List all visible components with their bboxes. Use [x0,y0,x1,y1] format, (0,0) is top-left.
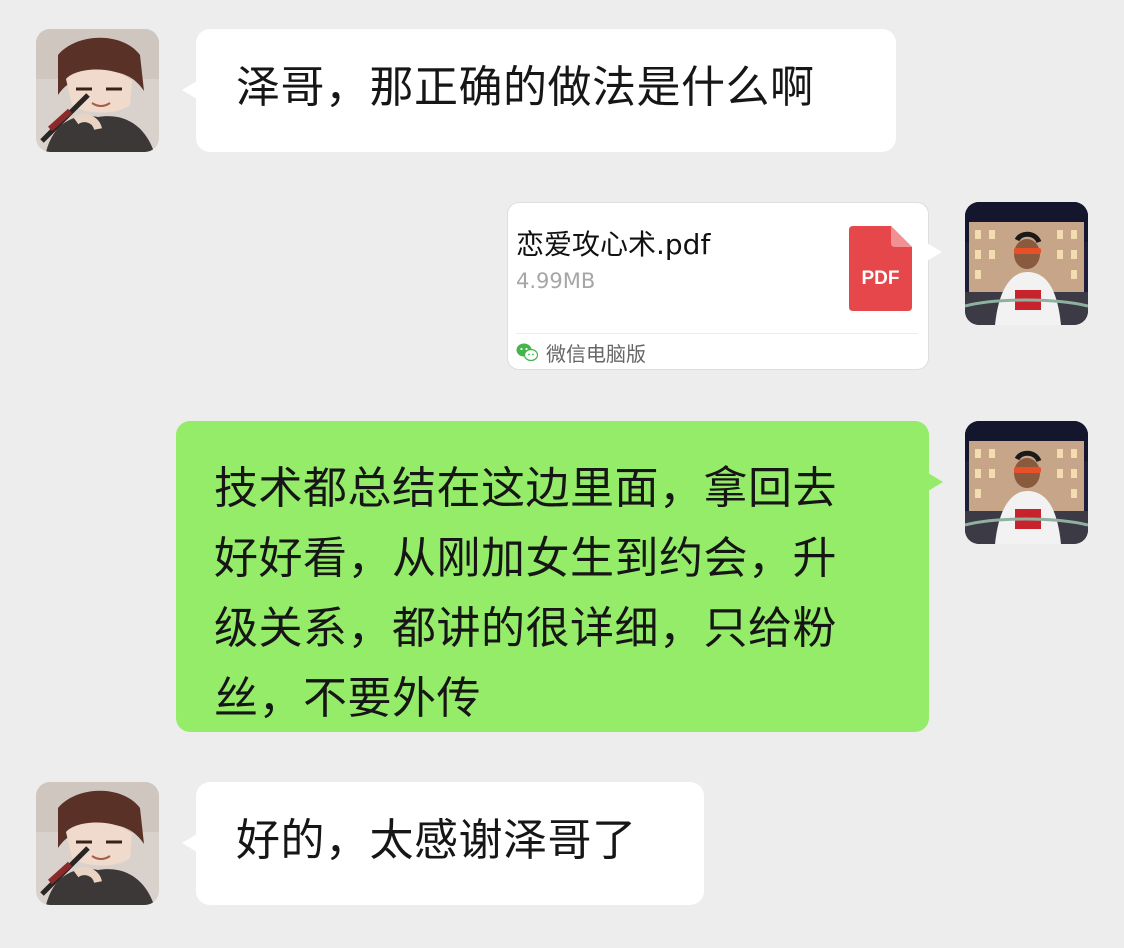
file-size: 4.99MB [516,269,596,293]
self-photo-avatar-image [965,202,1088,325]
file-source-row: 微信电脑版 [516,340,646,366]
file-name: 恋爱攻心术.pdf [516,228,711,261]
anime-character-avatar-image [36,29,159,152]
message-text-line: 技术都总结在这边里面，拿回去 [214,463,837,514]
anime-character-avatar-image [36,782,159,905]
file-message-card[interactable]: 恋爱攻心术.pdf 4.99MB PDF 微信电脑版 [507,202,942,370]
message-text-line: 好好看，从刚加女生到约会，升 [214,533,837,584]
bubble-tail [928,473,943,491]
bubble-tail [182,834,197,852]
message-text-line: 丝，不要外传 [214,673,481,724]
bubble-tail [182,81,197,99]
bubble-tail [927,243,942,261]
pdf-badge-label: PDF [861,268,900,289]
message-text: 好的，太感谢泽哥了 [236,815,637,866]
sent-message-bubble[interactable]: 技术都总结在这边里面，拿回去 好好看，从刚加女生到约会，升 级关系，都讲的很详细… [176,421,943,732]
self-avatar[interactable] [965,202,1088,325]
contact-avatar[interactable] [36,782,159,905]
file-source-label: 微信电脑版 [546,341,646,366]
received-message-bubble[interactable]: 好的，太感谢泽哥了 [182,782,704,905]
contact-avatar[interactable] [36,29,159,152]
message-text: 泽哥，那正确的做法是什么啊 [236,62,815,113]
self-avatar[interactable] [965,421,1088,544]
wechat-icon [516,342,538,362]
received-message-bubble[interactable]: 泽哥，那正确的做法是什么啊 [182,29,896,152]
pdf-file-icon: PDF [849,226,912,311]
message-text-line: 级关系，都讲的很详细，只给粉 [214,603,837,654]
self-photo-avatar-image [965,421,1088,544]
file-card-divider [516,333,918,334]
